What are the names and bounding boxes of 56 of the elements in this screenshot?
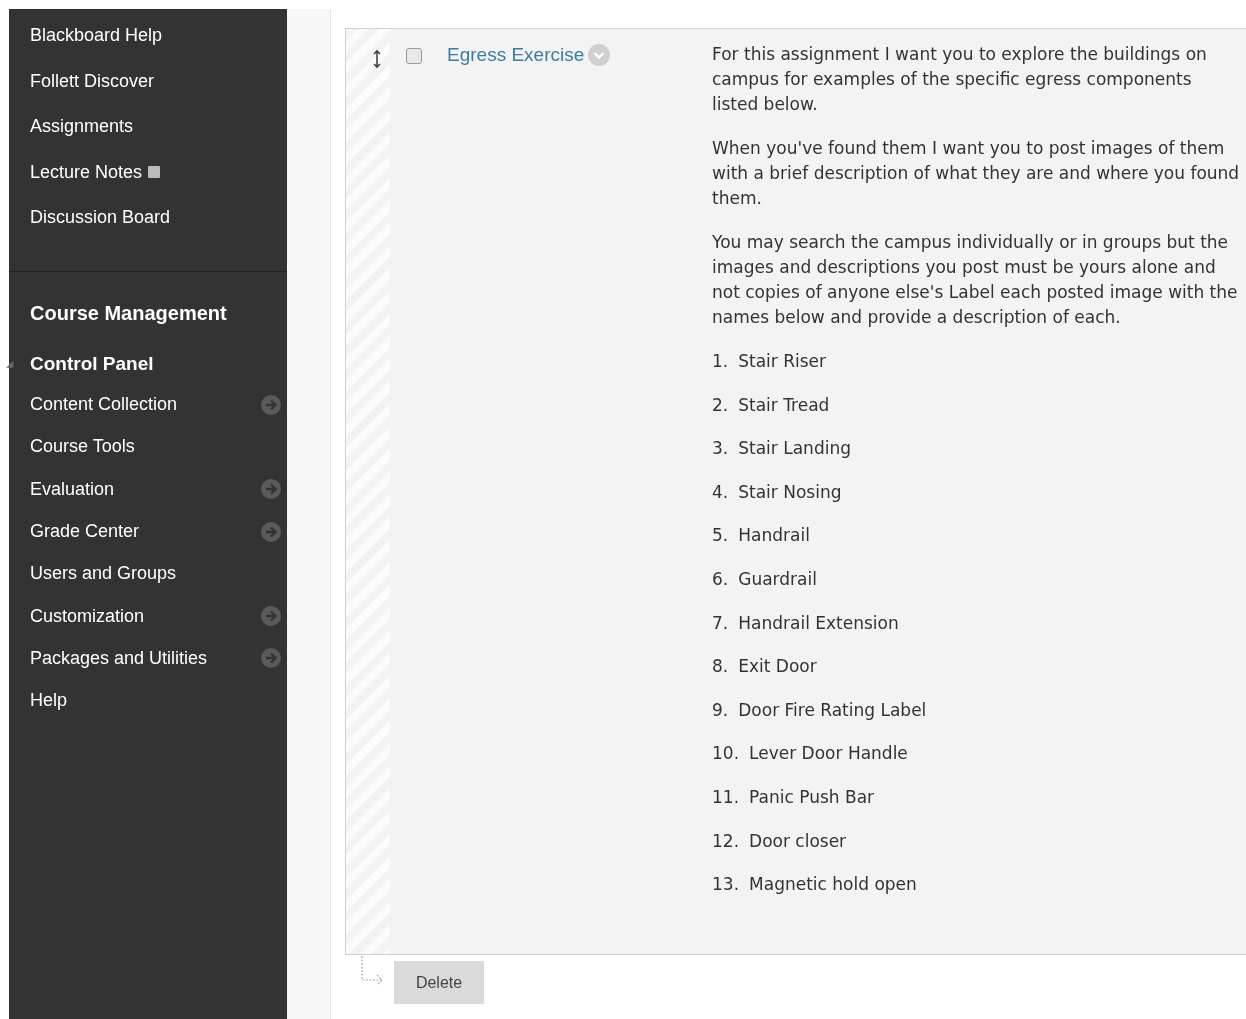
arrow-circle-icon[interactable] bbox=[261, 648, 281, 669]
chevron-down-circle-icon[interactable] bbox=[588, 44, 611, 66]
menu-link[interactable]: Discussion Board bbox=[30, 207, 171, 229]
section-title: Course Management bbox=[29, 300, 228, 326]
menu-link[interactable]: Lecture Notes bbox=[30, 161, 143, 183]
list-number: 10. bbox=[712, 742, 740, 766]
list-number: 12. bbox=[712, 829, 740, 853]
list-number: 4. bbox=[712, 480, 729, 504]
menu-link[interactable]: Course Tools bbox=[30, 436, 135, 458]
list-item-text: Stair Landing bbox=[738, 437, 851, 461]
list-number: 11. bbox=[712, 785, 740, 809]
list-item-text: Handrail bbox=[738, 524, 810, 548]
document-icon bbox=[148, 166, 161, 179]
paragraph: When you've found them I want you to post images of them with a brief description of what they are and where you found them. bbox=[712, 137, 1240, 210]
list-item-text: Stair Riser bbox=[738, 350, 827, 373]
list-item-text: Stair Tread bbox=[738, 393, 830, 417]
paragraph: For this assignment I want you to explore the buildings on campus for examples of the specific egress components listed below. bbox=[712, 43, 1208, 116]
item-title-link[interactable]: Egress Exercise bbox=[447, 44, 585, 66]
menu-link[interactable]: Blackboard Help bbox=[30, 25, 163, 47]
list-item-text: Handrail Extension bbox=[738, 611, 899, 635]
list-number: 5. bbox=[712, 524, 729, 548]
arrow-circle-icon[interactable] bbox=[261, 521, 281, 542]
list-number: 8. bbox=[712, 655, 729, 679]
list-item-text: Door closer bbox=[749, 829, 847, 853]
menu-link[interactable]: Assignments bbox=[30, 116, 134, 138]
list-item-text: Door Fire Rating Label bbox=[738, 698, 927, 722]
paragraph: You may search the campus individually or in groups but the images and descriptions you post must be yours alone and not copies of anyone else's Label each posted image with the names below and provide a description of each. bbox=[712, 231, 1239, 329]
list-item-text: Panic Push Bar bbox=[749, 785, 875, 809]
arrow-circle-icon[interactable] bbox=[261, 479, 281, 500]
list-item-text: Lever Door Handle bbox=[749, 742, 908, 766]
list-number: 9. bbox=[712, 698, 729, 722]
up-down-arrow-icon[interactable] bbox=[372, 49, 382, 69]
list-number: 1. bbox=[712, 350, 729, 373]
list-item-text: Guardrail bbox=[738, 567, 817, 591]
arrow-circle-icon[interactable] bbox=[261, 394, 281, 415]
list-item-text: Stair Nosing bbox=[738, 480, 842, 504]
list-number: 2. bbox=[712, 393, 729, 417]
menu-link[interactable]: Help bbox=[30, 690, 68, 712]
checkbox[interactable] bbox=[406, 48, 422, 64]
menu-link[interactable]: Users and Groups bbox=[30, 563, 177, 585]
menu-link[interactable]: Customization bbox=[30, 605, 145, 627]
list-number: 3. bbox=[712, 437, 729, 461]
menu-link[interactable]: Evaluation bbox=[30, 478, 115, 500]
menu-link[interactable]: Follett Discover bbox=[30, 70, 155, 92]
list-number: 7. bbox=[712, 611, 729, 635]
list-number: 6. bbox=[712, 567, 729, 591]
panel-heading-link[interactable]: Control Panel bbox=[9, 352, 154, 375]
menu-link[interactable]: Grade Center bbox=[30, 521, 140, 543]
list-number: 13. bbox=[712, 873, 740, 897]
delete-button[interactable]: Delete bbox=[394, 961, 484, 1004]
drag-handle-strip[interactable] bbox=[346, 29, 390, 954]
list-item-text: Magnetic hold open bbox=[749, 873, 917, 897]
menu-link[interactable]: Content Collection bbox=[30, 394, 178, 416]
menu-link[interactable]: Packages and Utilities bbox=[30, 647, 208, 669]
list-item-text: Exit Door bbox=[738, 655, 817, 679]
arrow-circle-icon[interactable] bbox=[261, 606, 281, 627]
